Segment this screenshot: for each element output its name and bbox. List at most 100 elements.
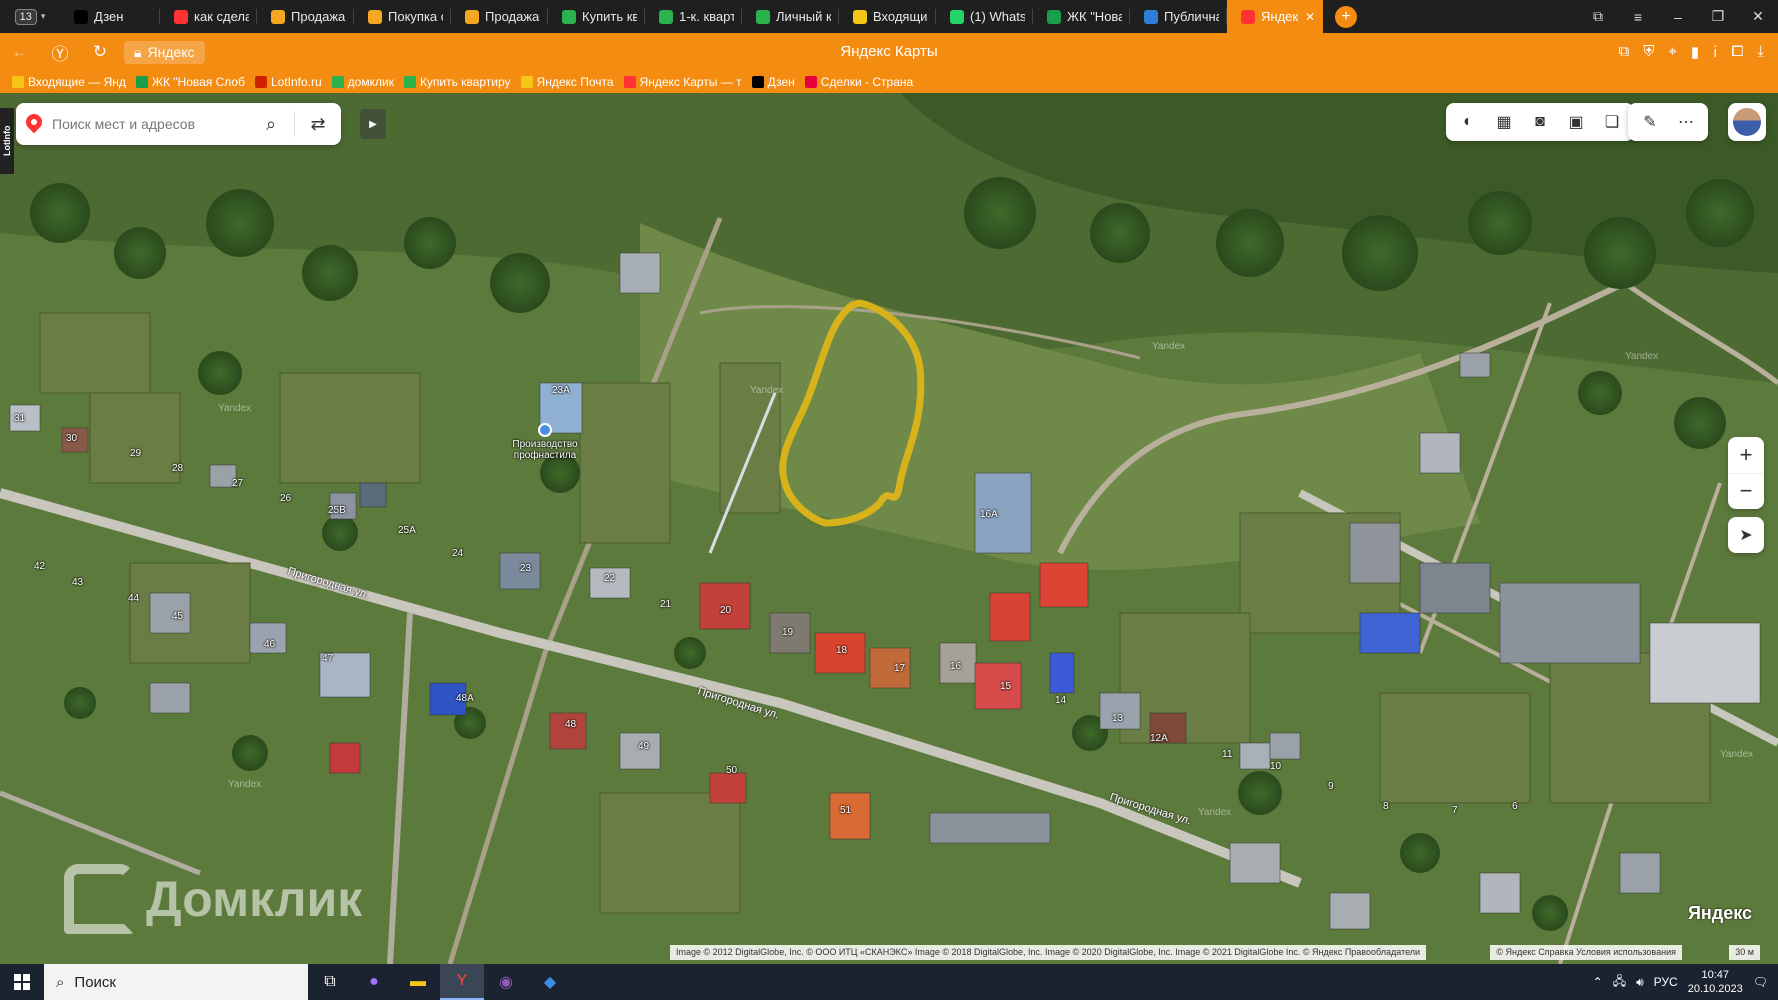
- bookmark-item[interactable]: LotInfo.ru: [254, 75, 322, 89]
- house-number-label[interactable]: 7: [1452, 805, 1458, 816]
- browser-tab[interactable]: Входящие –: [839, 0, 936, 33]
- house-number-label[interactable]: 23: [520, 563, 531, 574]
- task-view-icon[interactable]: ⧉: [308, 964, 352, 1000]
- house-number-label[interactable]: 23А: [552, 385, 570, 396]
- chevron-up-icon[interactable]: ⌃: [1593, 975, 1603, 989]
- bookmark-icon[interactable]: ▮: [1691, 43, 1699, 61]
- house-number-label[interactable]: 51: [840, 805, 851, 816]
- house-number-label[interactable]: 44: [128, 593, 139, 604]
- house-number-label[interactable]: 43: [72, 577, 83, 588]
- browser-tab[interactable]: Покупка об: [354, 0, 451, 33]
- house-number-label[interactable]: 14: [1055, 695, 1066, 706]
- imagery-copyright[interactable]: Image © 2012 DigitalGlobe, Inc. © ООО ИТ…: [670, 945, 1427, 960]
- reader-icon[interactable]: ⧉: [1618, 43, 1629, 61]
- house-number-label[interactable]: 16А: [980, 509, 998, 520]
- bookmark-item[interactable]: Дзен: [751, 75, 795, 89]
- more-icon[interactable]: ⋯: [1670, 106, 1702, 138]
- reload-icon[interactable]: ↻: [80, 42, 120, 62]
- house-number-label[interactable]: 31: [14, 413, 25, 424]
- house-number-label[interactable]: 28: [172, 463, 183, 474]
- house-number-label[interactable]: 15: [1000, 681, 1011, 692]
- map-view[interactable]: 31 30 29 28 27 26 25В 25А 24 23 23А 22 21 20 19 18 17 16 1…: [0, 93, 1778, 964]
- clock[interactable]: 10:47 20.10.2023: [1688, 968, 1743, 996]
- route-icon[interactable]: ⇄: [305, 114, 331, 135]
- zoom-in-button[interactable]: +: [1728, 437, 1764, 473]
- bookmark-item[interactable]: Яндекс Карты — т: [623, 75, 742, 89]
- search-input[interactable]: [52, 116, 248, 132]
- bookmark-item[interactable]: ЖК "Новая Слоб: [135, 75, 245, 89]
- map-type-icon[interactable]: ❏: [1596, 106, 1628, 138]
- ruler-icon[interactable]: ✎: [1634, 106, 1666, 138]
- browser-tab[interactable]: (1) WhatsAp: [936, 0, 1033, 33]
- house-number-label[interactable]: 16: [950, 661, 961, 672]
- user-avatar[interactable]: [1728, 103, 1766, 141]
- collapse-panel-button[interactable]: ▶: [360, 109, 386, 139]
- close-button[interactable]: ✕: [1738, 0, 1778, 33]
- house-number-label[interactable]: 24: [452, 548, 463, 559]
- new-tab-button[interactable]: +: [1335, 5, 1357, 28]
- house-number-label[interactable]: 12А: [1150, 733, 1168, 744]
- browser-tab[interactable]: 1-к. квартир: [645, 0, 742, 33]
- house-number-label[interactable]: 10: [1270, 761, 1281, 772]
- search-icon[interactable]: ⌕: [258, 114, 284, 135]
- map-footer-links[interactable]: © Яндекс Справка Условия использования: [1490, 945, 1682, 960]
- yandex-home-icon[interactable]: Ⓨ: [40, 40, 80, 65]
- browser-tab[interactable]: Продажа об: [451, 0, 548, 33]
- house-number-label[interactable]: 49: [638, 741, 649, 752]
- house-number-label[interactable]: 48: [565, 719, 576, 730]
- house-number-label[interactable]: 46: [264, 639, 275, 650]
- collections-icon[interactable]: ⧠: [1731, 43, 1743, 61]
- bookmark-item[interactable]: Входящие — Янд: [12, 75, 126, 89]
- house-number-label[interactable]: 18: [836, 645, 847, 656]
- house-number-label[interactable]: 9: [1328, 781, 1334, 792]
- house-number-label[interactable]: 13: [1112, 713, 1123, 724]
- alice-icon[interactable]: ●: [352, 964, 396, 1000]
- app-icon[interactable]: ◆: [528, 964, 572, 1000]
- menu-icon[interactable]: ≡: [1618, 0, 1658, 33]
- yandex-browser-icon[interactable]: Y: [440, 964, 484, 1000]
- notification-icon[interactable]: 🗨︎: [1753, 975, 1768, 989]
- bookmark-item[interactable]: Сделки - Страна: [804, 75, 913, 89]
- house-number-label[interactable]: 50: [726, 765, 737, 776]
- browser-tab[interactable]: Дзен: [60, 0, 160, 33]
- house-number-label[interactable]: 19: [782, 627, 793, 638]
- viber-icon[interactable]: ◉: [484, 964, 528, 1000]
- browser-tab[interactable]: Публичная к: [1130, 0, 1227, 33]
- poi-marker[interactable]: Производство профнастила: [505, 423, 585, 461]
- browser-tab[interactable]: Продажа об: [257, 0, 354, 33]
- browser-tab[interactable]: ЖК "Новая С: [1033, 0, 1130, 33]
- house-number-label[interactable]: 20: [720, 605, 731, 616]
- taskbar-search[interactable]: ⌕ Поиск: [44, 964, 308, 1000]
- house-number-label[interactable]: 30: [66, 433, 77, 444]
- traffic-layer-icon[interactable]: ◐: [1452, 106, 1484, 138]
- house-number-label[interactable]: 45: [172, 611, 183, 622]
- house-number-label[interactable]: 17: [894, 663, 905, 674]
- locate-me-button[interactable]: ➤: [1728, 517, 1764, 553]
- file-explorer-icon[interactable]: ▬: [396, 964, 440, 1000]
- bookmark-item[interactable]: Яндекс Почта: [520, 75, 614, 89]
- location-icon[interactable]: ⌖: [1668, 43, 1676, 61]
- house-number-label[interactable]: 21: [660, 599, 671, 610]
- transport-bus-icon[interactable]: ▣: [1560, 106, 1592, 138]
- house-number-label[interactable]: 29: [130, 448, 141, 459]
- zoom-out-button[interactable]: −: [1728, 472, 1764, 510]
- extension-icon[interactable]: ⅰ: [1713, 43, 1717, 61]
- house-number-label[interactable]: 26: [280, 493, 291, 504]
- minimize-button[interactable]: –: [1658, 0, 1698, 33]
- house-number-label[interactable]: 6: [1512, 801, 1518, 812]
- download-icon[interactable]: ⤓: [1757, 43, 1764, 61]
- house-number-label[interactable]: 48А: [456, 693, 474, 704]
- browser-tab[interactable]: Купить квар: [548, 0, 645, 33]
- volume-icon[interactable]: 🔊︎: [1636, 975, 1644, 990]
- close-tab-icon[interactable]: ✕: [1305, 10, 1315, 24]
- tab-counter[interactable]: 13 ▾: [0, 0, 60, 33]
- url-field[interactable]: 🔒︎ Яндекс: [124, 40, 205, 64]
- house-number-label[interactable]: 42: [34, 561, 45, 572]
- house-number-label[interactable]: 25В: [328, 505, 346, 516]
- protect-icon[interactable]: ⛨: [1643, 43, 1654, 61]
- bookmark-item[interactable]: домклик: [331, 75, 394, 89]
- browser-tab[interactable]: Яндекс К ✕: [1227, 0, 1323, 33]
- browser-tab[interactable]: как сделать: [160, 0, 257, 33]
- back-button[interactable]: ←: [0, 42, 40, 62]
- map-layers-icon[interactable]: ▦: [1488, 106, 1520, 138]
